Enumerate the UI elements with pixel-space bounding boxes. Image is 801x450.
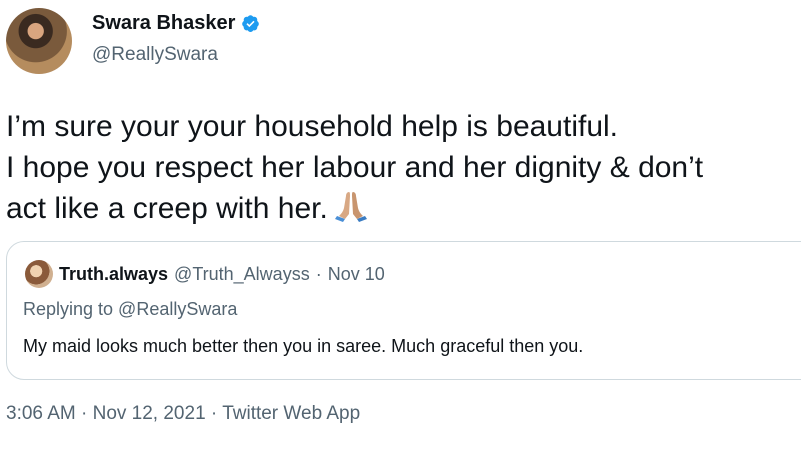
author-handle[interactable]: @ReallySwara (92, 44, 218, 66)
tweet-date[interactable]: Nov 12, 2021 (93, 403, 206, 424)
tweet-time[interactable]: 3:06 AM (6, 403, 76, 424)
author-avatar[interactable] (6, 8, 72, 74)
folded-hands-icon (334, 188, 368, 233)
quoted-tweet-card[interactable]: Truth.always @Truth_Alwayss · Nov 10 Rep… (6, 241, 801, 380)
quoted-author-handle: @Truth_Alwayss (174, 263, 310, 284)
tweet-meta: 3:06 AM · Nov 12, 2021 · Twitter Web App (6, 403, 360, 425)
replying-to-label: Replying to @ReallySwara (23, 299, 238, 319)
author-name[interactable]: Swara Bhasker (92, 12, 235, 35)
verified-badge-icon (241, 14, 260, 33)
tweet: Swara Bhasker @ReallySwara I’m sure your… (0, 0, 801, 450)
tweet-text: I’m sure your your household help is bea… (6, 106, 796, 233)
quoted-author-avatar (25, 260, 53, 288)
author-name-row: Swara Bhasker (92, 12, 260, 35)
quoted-tweet-text: My maid looks much better then you in sa… (23, 336, 584, 356)
meta-separator: · (81, 403, 88, 424)
quoted-separator: · (315, 263, 322, 284)
quoted-tweet-date: Nov 10 (327, 263, 385, 284)
quoted-tweet-header: Truth.always @Truth_Alwayss · Nov 10 (25, 260, 385, 288)
tweet-source: Twitter Web App (222, 403, 361, 424)
meta-separator: · (210, 403, 218, 424)
quoted-author-name: Truth.always (59, 263, 169, 284)
